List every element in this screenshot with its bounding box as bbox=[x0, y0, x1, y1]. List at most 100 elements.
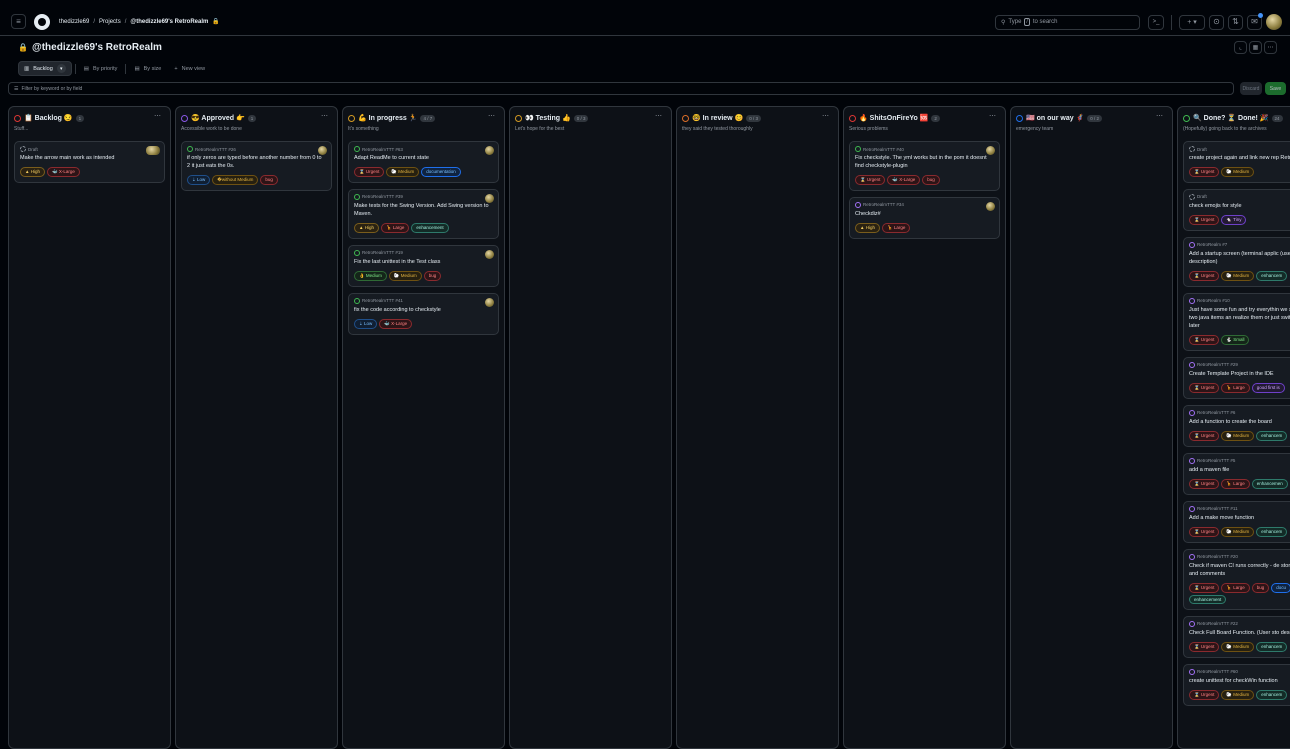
column-menu-icon[interactable]: ⋯ bbox=[321, 112, 328, 120]
card-reference-text[interactable]: RetroRealmTTT #34 bbox=[863, 202, 904, 207]
card-title[interactable]: Add a make move function bbox=[1189, 515, 1290, 523]
more-options-icon[interactable]: ⋯ bbox=[1264, 41, 1277, 54]
label-badge[interactable]: enhancemen bbox=[1251, 478, 1288, 489]
issue-card[interactable]: RetroRealm #10 Just have some fun and try… bbox=[1183, 292, 1290, 351]
label-badge[interactable]: 🐑 Medium bbox=[1221, 689, 1255, 700]
command-palette-icon[interactable]: >_ bbox=[1148, 14, 1164, 30]
create-new-button[interactable]: + ▾ bbox=[1179, 14, 1205, 30]
issue-card[interactable]: Draft check emojis for style ⌛ Urgent 🐁 Tin… bbox=[1183, 188, 1290, 231]
card-reference-text[interactable]: RetroRealmTTT #20 bbox=[1197, 554, 1238, 559]
label-badge[interactable]: ⌛ Urgent bbox=[855, 174, 886, 185]
label-badge[interactable]: enhancem bbox=[1256, 689, 1288, 700]
label-badge[interactable]: ▲ High bbox=[354, 222, 379, 233]
label-badge[interactable]: 🐳 X-Large bbox=[46, 166, 80, 177]
card-title[interactable]: Make the arrow main work as intended bbox=[20, 155, 159, 163]
label-badge[interactable]: 🐑 Medium bbox=[386, 166, 420, 177]
label-badge[interactable]: 🦒 Large bbox=[380, 222, 410, 233]
label-badge[interactable]: 🦒 Large bbox=[881, 222, 911, 233]
label-badge[interactable]: enhancement bbox=[1189, 594, 1227, 604]
card-reference-text[interactable]: Draft bbox=[1197, 147, 1207, 152]
chevron-down-icon[interactable]: ▾ bbox=[56, 64, 66, 73]
label-badge[interactable]: bug bbox=[423, 270, 442, 281]
label-badge[interactable]: documentation bbox=[421, 166, 461, 177]
issue-card[interactable]: RetroRealmTTT #20 Check if maven CI runs … bbox=[1183, 548, 1290, 610]
assignee-avatar[interactable] bbox=[318, 146, 327, 155]
label-badge[interactable]: ⌛ Urgent bbox=[1189, 270, 1220, 281]
card-title[interactable]: Checkdiz# bbox=[855, 211, 994, 219]
card-title[interactable]: Add a function to create the board bbox=[1189, 419, 1290, 427]
label-badge[interactable]: bug bbox=[922, 174, 940, 185]
label-badge[interactable]: docu bbox=[1271, 582, 1290, 593]
breadcrumb-projects[interactable]: Projects bbox=[99, 19, 121, 25]
card-title[interactable]: Make tests for the Swing Version. Add Sw… bbox=[354, 203, 493, 219]
label-badge[interactable]: 🐳 X-Large bbox=[379, 318, 413, 329]
label-badge[interactable]: ▲ High bbox=[20, 166, 45, 177]
issue-card[interactable]: RetroRealmTTT #40 Fix checkstyle. The yml… bbox=[849, 141, 1000, 191]
assignee-avatar[interactable] bbox=[146, 146, 160, 155]
issue-card[interactable]: RetroRealmTTT #60 create unittest for che… bbox=[1183, 663, 1290, 706]
discard-button[interactable]: Discard bbox=[1240, 82, 1262, 95]
issues-icon[interactable]: ⊙ bbox=[1209, 14, 1224, 30]
label-badge[interactable]: enhancem bbox=[1256, 526, 1288, 537]
label-badge[interactable]: ⌛ Urgent bbox=[1189, 478, 1220, 489]
issue-card[interactable]: RetroRealmTTT #34 Checkdiz# ▲ High 🦒 Large bbox=[849, 196, 1000, 239]
label-badge[interactable]: 🐁 Tiny bbox=[1221, 214, 1247, 225]
card-reference-text[interactable]: RetroRealm #10 bbox=[1197, 298, 1230, 303]
label-badge[interactable]: 🐳 X-Large bbox=[887, 174, 921, 185]
assignee-avatar[interactable] bbox=[986, 146, 995, 155]
label-badge[interactable]: 🐑 Medium bbox=[1221, 166, 1255, 177]
card-title[interactable]: fix the code according to checkstyle bbox=[354, 307, 493, 315]
label-badge[interactable]: enhancem bbox=[1256, 641, 1288, 652]
label-badge[interactable]: 🦒 Large bbox=[1221, 478, 1250, 489]
hamburger-icon[interactable]: ≡ bbox=[11, 14, 26, 29]
label-badge[interactable]: enhancem bbox=[1256, 430, 1288, 441]
label-badge[interactable]: 🦒 Large bbox=[1221, 582, 1250, 593]
tab-new-view[interactable]: + New view bbox=[169, 61, 210, 76]
card-title[interactable]: Add a startup screen (terminal applic (u… bbox=[1189, 251, 1290, 267]
issue-card[interactable]: RetroRealmTTT #6 Add a function to create… bbox=[1183, 404, 1290, 447]
card-title[interactable]: Fix the last unittest in the Test class bbox=[354, 259, 493, 267]
card-reference-text[interactable]: RetroRealmTTT #41 bbox=[362, 298, 403, 303]
tab-backlog[interactable]: ▥ Backlog ▾ bbox=[18, 61, 72, 76]
card-title[interactable]: Check Full Board Function. (User sto des… bbox=[1189, 630, 1290, 638]
card-title[interactable]: Fix checkstyle. The yml works but in the… bbox=[855, 155, 994, 171]
label-badge[interactable]: ⌛ Urgent bbox=[1189, 526, 1220, 537]
assignee-avatar[interactable] bbox=[485, 193, 494, 203]
column-menu-icon[interactable]: ⋯ bbox=[655, 112, 662, 120]
label-badge[interactable]: �without Medium bbox=[212, 174, 259, 185]
card-reference-text[interactable]: RetroRealmTTT #11 bbox=[1197, 506, 1238, 511]
label-badge[interactable]: 🐑 Medium bbox=[1221, 526, 1255, 537]
label-badge[interactable]: good first is bbox=[1251, 382, 1285, 393]
label-badge[interactable]: ⌛ Urgent bbox=[1189, 582, 1220, 593]
card-title[interactable]: Check if maven CI runs correctly - de st… bbox=[1189, 563, 1290, 579]
card-title[interactable]: create project again and link new rep Re… bbox=[1189, 155, 1290, 163]
issue-card[interactable]: RetroRealmTTT #11 Add a make move functio… bbox=[1183, 500, 1290, 543]
issue-card[interactable]: RetroRealmTTT #29 Create Template Project… bbox=[1183, 356, 1290, 399]
label-badge[interactable]: enhancement bbox=[411, 222, 449, 233]
label-badge[interactable]: 🐑 Medium bbox=[1221, 430, 1255, 441]
label-badge[interactable]: ⌛ Urgent bbox=[354, 166, 385, 177]
issue-card[interactable]: RetroRealmTTT #39 Make tests for the Swin… bbox=[348, 188, 499, 239]
card-reference-text[interactable]: RetroRealmTTT #60 bbox=[1197, 669, 1238, 674]
layout-icon[interactable]: ▦ bbox=[1249, 41, 1262, 54]
issue-card[interactable]: RetroRealmTTT #5 add a maven file ⌛ Urgent… bbox=[1183, 452, 1290, 495]
issue-card[interactable]: Draft create project again and link new r… bbox=[1183, 141, 1290, 183]
save-button[interactable]: Save bbox=[1265, 82, 1286, 95]
label-badge[interactable]: bug bbox=[260, 174, 278, 185]
issue-card[interactable]: Draft Make the arrow main work as intende… bbox=[14, 141, 165, 183]
insights-icon[interactable]: ⌞ bbox=[1234, 41, 1247, 54]
filter-input[interactable]: ☰ Filter by keyword or by field bbox=[8, 82, 1234, 95]
card-reference-text[interactable]: RetroRealmTTT #19 bbox=[362, 250, 403, 255]
label-badge[interactable]: 🐑 Medium bbox=[388, 270, 422, 281]
label-badge[interactable]: 🐇 Small bbox=[1221, 334, 1250, 345]
tab-by-size[interactable]: ▤ By size bbox=[129, 61, 166, 76]
card-reference-text[interactable]: Draft bbox=[28, 147, 38, 152]
assignee-avatar[interactable] bbox=[485, 146, 494, 155]
card-title[interactable]: if only zeros are typed before another n… bbox=[187, 155, 326, 171]
card-title[interactable]: Just have some fun and try everythin we … bbox=[1189, 307, 1290, 331]
card-reference-text[interactable]: RetroRealmTTT #40 bbox=[863, 147, 904, 152]
label-badge[interactable]: ⌛ Urgent bbox=[1189, 689, 1220, 700]
column-menu-icon[interactable]: ⋯ bbox=[154, 112, 161, 120]
card-reference-text[interactable]: RetroRealmTTT #5 bbox=[1197, 458, 1235, 463]
issue-card[interactable]: RetroRealmTTT #63 Adapt ReadMe to current… bbox=[348, 141, 499, 183]
